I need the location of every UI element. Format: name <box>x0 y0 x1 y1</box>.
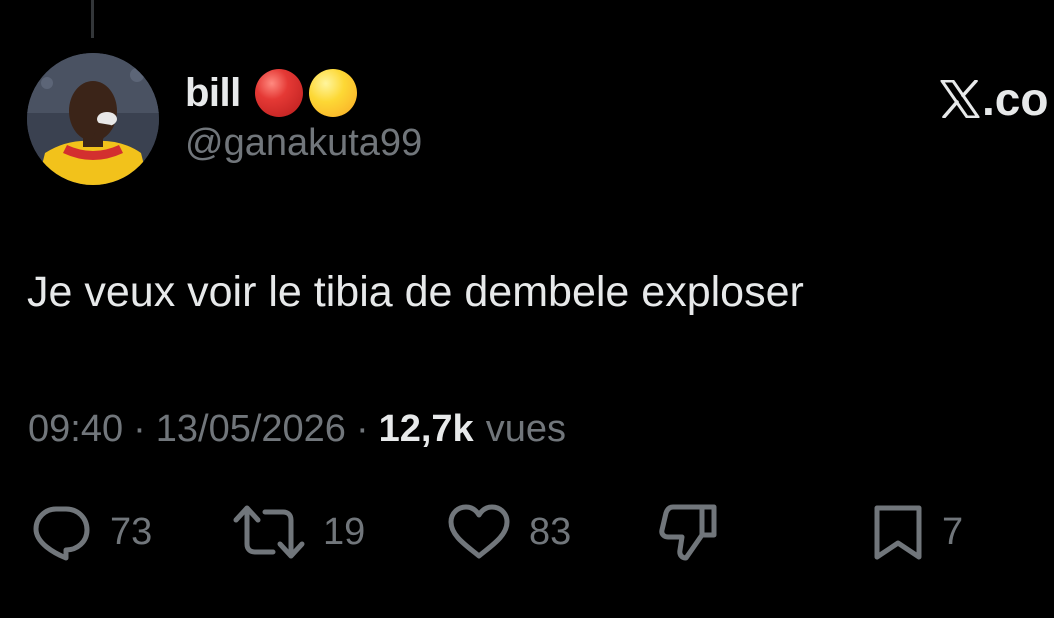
watermark-text: .co <box>982 73 1049 125</box>
avatar[interactable] <box>27 53 159 185</box>
bookmark-button[interactable]: 7 <box>872 500 963 564</box>
x-watermark: .co <box>940 72 1054 126</box>
thread-connector-line <box>91 0 94 38</box>
tweet-date[interactable]: 13/05/2026 <box>156 408 346 451</box>
reply-icon <box>33 506 90 561</box>
views-label: vues <box>485 408 566 450</box>
thumbs-down-icon <box>659 504 717 561</box>
reply-count: 73 <box>110 510 153 553</box>
reply-button[interactable]: 73 <box>30 500 152 564</box>
views-count: 12,7k <box>378 408 474 450</box>
dislike-button[interactable] <box>658 500 720 564</box>
x-logo-icon <box>940 80 980 118</box>
like-button[interactable]: 83 <box>447 500 571 564</box>
bookmark-icon <box>874 505 922 560</box>
tweet-meta: 09:40 · 13/05/2026 · 12,7k vues <box>28 408 566 451</box>
bookmark-count: 7 <box>942 510 964 553</box>
repost-count: 19 <box>323 510 366 553</box>
tweet-actions-bar: 73 19 83 7 <box>0 500 1054 564</box>
red-circle-emoji-icon <box>254 69 303 117</box>
author-name-row[interactable]: bill <box>185 66 363 120</box>
author-display-name[interactable]: bill <box>185 71 241 116</box>
author-handle[interactable]: @ganakuta99 <box>185 122 422 165</box>
tweet-time[interactable]: 09:40 <box>28 408 123 451</box>
avatar-image <box>27 53 159 185</box>
repost-icon <box>233 505 305 559</box>
yellow-circle-emoji-icon <box>308 69 357 117</box>
heart-icon <box>448 504 510 559</box>
meta-separator: · <box>355 408 369 450</box>
repost-button[interactable]: 19 <box>233 500 365 564</box>
like-count: 83 <box>529 510 572 553</box>
tweet-text: Je veux voir le tibia de dembele explose… <box>27 268 804 316</box>
meta-separator: · <box>133 408 146 450</box>
